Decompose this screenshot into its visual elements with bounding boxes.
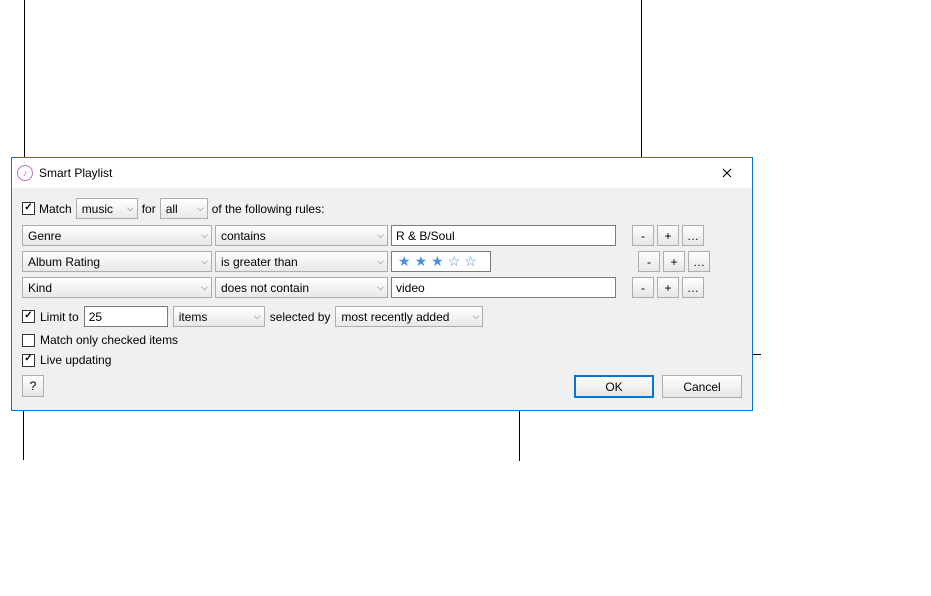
limit-unit-select[interactable]: items ⌵ xyxy=(173,306,265,327)
chevron-down-icon: ⌵ xyxy=(254,311,261,322)
window-title: Smart Playlist xyxy=(39,166,707,180)
limit-value-input[interactable]: 25 xyxy=(84,306,168,327)
rule-row: Kind ⌵ does not contain ⌵ video - + … xyxy=(22,277,742,298)
remove-rule-button[interactable]: - xyxy=(638,251,660,272)
smart-playlist-dialog: ♪ Smart Playlist Match music ⌵ for all ⌵… xyxy=(11,157,753,411)
select-value: Kind xyxy=(28,281,52,295)
rule-rating-input[interactable]: ★ ★ ★ ☆ ☆ xyxy=(391,251,491,272)
limit-checkbox[interactable] xyxy=(22,310,35,323)
rule-field-select[interactable]: Kind ⌵ xyxy=(22,277,212,298)
match-checkbox[interactable] xyxy=(22,202,35,215)
rule-operator-select[interactable]: contains ⌵ xyxy=(215,225,388,246)
scope-select[interactable]: all ⌵ xyxy=(160,198,208,219)
rules-list: Genre ⌵ contains ⌵ R & B/Soul - + … Albu… xyxy=(22,225,742,298)
plus-icon: + xyxy=(664,281,671,295)
chevron-down-icon: ⌵ xyxy=(377,256,384,267)
match-checked-items-row: Match only checked items xyxy=(22,333,742,347)
button-label: Cancel xyxy=(683,380,720,394)
for-label: for xyxy=(142,202,156,216)
more-icon: … xyxy=(687,229,699,243)
nest-rule-button[interactable]: … xyxy=(682,225,704,246)
nest-rule-button[interactable]: … xyxy=(688,251,710,272)
rule-operator-select[interactable]: is greater than ⌵ xyxy=(215,251,388,272)
remove-rule-button[interactable]: - xyxy=(632,277,654,298)
more-icon: … xyxy=(693,255,705,269)
match-checked-items-label: Match only checked items xyxy=(40,333,178,347)
media-type-select[interactable]: music ⌵ xyxy=(76,198,138,219)
match-label: Match xyxy=(39,202,72,216)
chevron-down-icon: ⌵ xyxy=(201,282,208,293)
more-icon: … xyxy=(687,281,699,295)
chevron-down-icon: ⌵ xyxy=(377,230,384,241)
select-value: is greater than xyxy=(221,255,298,269)
live-updating-checkbox[interactable] xyxy=(22,354,35,367)
add-rule-button[interactable]: + xyxy=(663,251,685,272)
star-empty-icon: ☆ xyxy=(464,253,479,270)
chevron-down-icon: ⌵ xyxy=(377,282,384,293)
button-label: OK xyxy=(605,380,622,394)
rule-row: Album Rating ⌵ is greater than ⌵ ★ ★ ★ ☆… xyxy=(22,251,742,272)
selected-by-select[interactable]: most recently added ⌵ xyxy=(335,306,483,327)
select-value: Genre xyxy=(28,229,61,243)
minus-icon: - xyxy=(641,281,645,295)
star-filled-icon: ★ xyxy=(415,253,430,270)
input-value: 25 xyxy=(89,310,102,324)
rule-value-input[interactable]: video xyxy=(391,277,616,298)
app-icon: ♪ xyxy=(17,165,33,181)
dialog-content: Match music ⌵ for all ⌵ of the following… xyxy=(12,188,752,410)
match-row: Match music ⌵ for all ⌵ of the following… xyxy=(22,198,742,219)
limit-row: Limit to 25 items ⌵ selected by most rec… xyxy=(22,306,742,327)
match-suffix: of the following rules: xyxy=(212,202,325,216)
live-updating-label: Live updating xyxy=(40,353,111,367)
select-value: all xyxy=(166,202,178,216)
limit-label: Limit to xyxy=(40,310,79,324)
select-value: Album Rating xyxy=(28,255,100,269)
add-rule-button[interactable]: + xyxy=(657,277,679,298)
rule-row: Genre ⌵ contains ⌵ R & B/Soul - + … xyxy=(22,225,742,246)
select-value: items xyxy=(179,310,208,324)
rule-field-select[interactable]: Album Rating ⌵ xyxy=(22,251,212,272)
help-icon: ? xyxy=(30,379,37,393)
select-value: music xyxy=(82,202,113,216)
star-empty-icon: ☆ xyxy=(448,253,463,270)
chevron-down-icon: ⌵ xyxy=(473,311,480,322)
titlebar: ♪ Smart Playlist xyxy=(12,158,752,188)
close-button[interactable] xyxy=(707,159,747,187)
input-value: video xyxy=(396,281,425,295)
input-value: R & B/Soul xyxy=(396,229,455,243)
rule-value-input[interactable]: R & B/Soul xyxy=(391,225,616,246)
minus-icon: - xyxy=(647,255,651,269)
star-filled-icon: ★ xyxy=(398,253,413,270)
help-button[interactable]: ? xyxy=(22,375,44,397)
close-icon xyxy=(722,168,732,178)
rule-field-select[interactable]: Genre ⌵ xyxy=(22,225,212,246)
star-filled-icon: ★ xyxy=(431,253,446,270)
live-updating-row: Live updating xyxy=(22,353,742,367)
callout-line xyxy=(23,404,24,460)
ok-button[interactable]: OK xyxy=(574,375,654,398)
dialog-footer: ? OK Cancel xyxy=(22,375,742,398)
selected-by-label: selected by xyxy=(270,310,331,324)
match-checked-items-checkbox[interactable] xyxy=(22,334,35,347)
minus-icon: - xyxy=(641,229,645,243)
plus-icon: + xyxy=(670,255,677,269)
add-rule-button[interactable]: + xyxy=(657,225,679,246)
options-section: Limit to 25 items ⌵ selected by most rec… xyxy=(22,306,742,367)
select-value: does not contain xyxy=(221,281,309,295)
chevron-down-icon: ⌵ xyxy=(201,256,208,267)
remove-rule-button[interactable]: - xyxy=(632,225,654,246)
cancel-button[interactable]: Cancel xyxy=(662,375,742,398)
chevron-down-icon: ⌵ xyxy=(197,203,204,214)
chevron-down-icon: ⌵ xyxy=(201,230,208,241)
select-value: most recently added xyxy=(341,310,449,324)
plus-icon: + xyxy=(664,229,671,243)
select-value: contains xyxy=(221,229,266,243)
chevron-down-icon: ⌵ xyxy=(127,203,134,214)
rule-operator-select[interactable]: does not contain ⌵ xyxy=(215,277,388,298)
nest-rule-button[interactable]: … xyxy=(682,277,704,298)
